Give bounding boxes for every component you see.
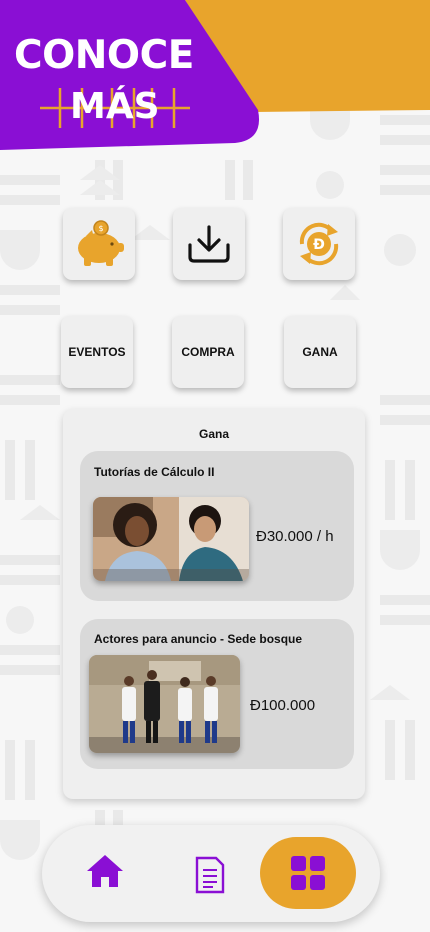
category-gana[interactable]: GANA xyxy=(284,316,356,388)
offer-card[interactable]: Actores para anuncio - Sede bosque Đ100.… xyxy=(80,619,354,769)
svg-text:Đ: Đ xyxy=(313,237,325,253)
tutoring-photo xyxy=(93,497,249,581)
home-icon xyxy=(87,855,123,887)
brand-title: CONOCE xyxy=(14,33,194,78)
bottom-navbar xyxy=(42,825,380,922)
header: CONOCE MÁS xyxy=(0,0,430,160)
nav-home-button[interactable] xyxy=(82,849,128,893)
gana-panel: Gana Tutorías de Cálculo II Đ30.000 / h … xyxy=(63,409,365,799)
svg-text:$: $ xyxy=(98,224,103,233)
grid-icon xyxy=(291,856,325,890)
document-icon xyxy=(195,856,225,894)
offer-title: Tutorías de Cálculo II xyxy=(94,465,215,479)
offer-title: Actores para anuncio - Sede bosque xyxy=(94,632,303,646)
currency-exchange-button[interactable]: Đ xyxy=(283,208,355,280)
currency-exchange-icon: Đ xyxy=(299,222,339,266)
savings-button[interactable]: $ xyxy=(63,208,135,280)
offer-card[interactable]: Tutorías de Cálculo II Đ30.000 / h xyxy=(80,451,354,601)
actors-photo xyxy=(89,655,240,753)
piggy-bank-icon: $ xyxy=(78,220,124,266)
header-shapes xyxy=(0,0,430,150)
panel-title: Gana xyxy=(198,427,229,441)
brand-subtitle: MÁS xyxy=(70,86,160,127)
download-icon xyxy=(188,225,230,263)
nav-documents-button[interactable] xyxy=(188,853,232,897)
nav-apps-button[interactable] xyxy=(260,837,356,909)
download-button[interactable] xyxy=(173,208,245,280)
category-eventos[interactable]: EVENTOS xyxy=(61,316,133,388)
category-compra[interactable]: COMPRA xyxy=(172,316,244,388)
offer-price: Đ30.000 / h xyxy=(256,528,334,545)
offer-price: Đ100.000 xyxy=(250,697,316,714)
